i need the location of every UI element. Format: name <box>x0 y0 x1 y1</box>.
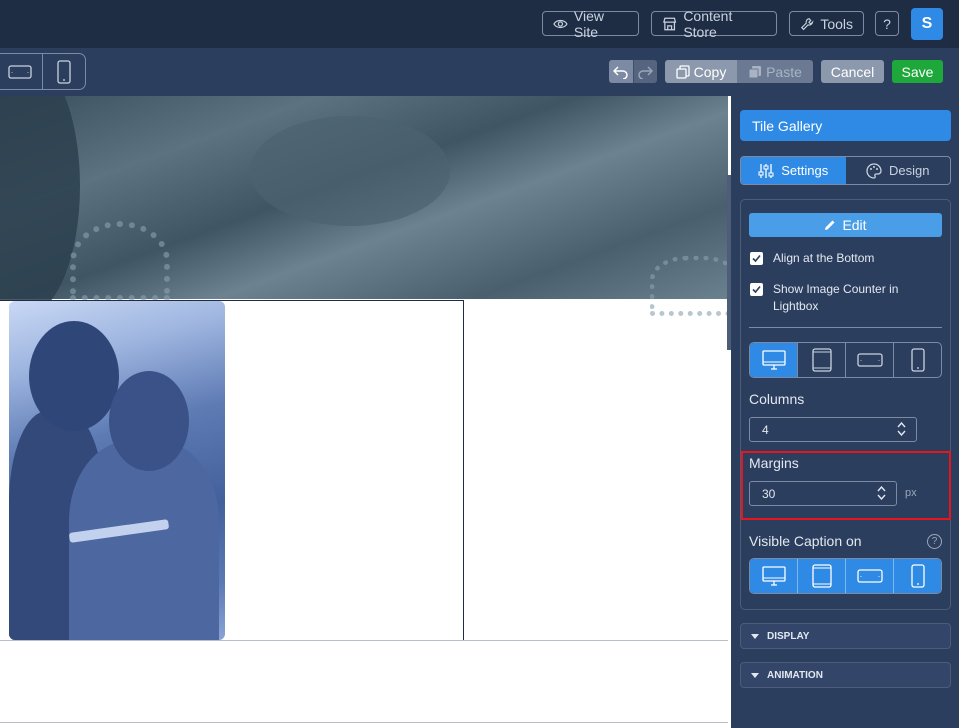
caption-tablet-landscape-button[interactable] <box>845 559 893 593</box>
copy-label: Copy <box>693 63 727 80</box>
view-site-label: View Site <box>573 7 604 40</box>
caret-down-icon <box>751 672 759 678</box>
show-counter-checkbox[interactable] <box>750 283 763 296</box>
top-bar: View Site Content Store Tools ? S <box>0 0 959 48</box>
desktop-icon <box>761 566 786 586</box>
pencil-icon <box>825 220 835 230</box>
visible-caption-label: Visible Caption on <box>749 533 862 549</box>
tab-design-label: Design <box>889 163 930 178</box>
help-circle-icon[interactable]: ? <box>927 534 942 549</box>
align-bottom-checkbox-row[interactable]: Align at the Bottom <box>750 250 874 267</box>
tablet-landscape-device-button[interactable] <box>845 343 893 377</box>
user-avatar[interactable]: S <box>911 8 943 40</box>
caption-phone-button[interactable] <box>893 559 941 593</box>
tablet-landscape-icon <box>8 64 32 79</box>
eye-icon <box>553 19 568 28</box>
caption-device-selector <box>749 558 942 594</box>
edit-label: Edit <box>842 217 867 233</box>
check-icon <box>752 254 761 263</box>
responsive-device-selector <box>749 342 942 378</box>
panel-title: Tile Gallery <box>740 110 951 141</box>
tab-settings[interactable]: Settings <box>741 157 846 184</box>
align-bottom-checkbox[interactable] <box>750 252 763 265</box>
copy-icon <box>676 64 690 79</box>
caret-down-icon <box>751 633 759 639</box>
hero-background-image <box>0 96 728 316</box>
cancel-label: Cancel <box>830 63 875 80</box>
panel-title-text: Tile Gallery <box>752 117 823 134</box>
section-divider <box>0 640 728 641</box>
display-accordion[interactable]: DISPLAY <box>740 623 951 649</box>
copy-paste-group: Copy Paste <box>665 60 813 83</box>
animation-accordion[interactable]: ANIMATION <box>740 662 951 688</box>
caption-desktop-button[interactable] <box>750 559 797 593</box>
tablet-landscape-icon <box>856 353 883 367</box>
help-label: ? <box>883 15 891 32</box>
save-button[interactable]: Save <box>892 60 943 83</box>
tablet-icon <box>811 564 832 588</box>
animation-accordion-label: ANIMATION <box>767 669 823 681</box>
redo-icon <box>638 65 654 79</box>
show-counter-checkbox-row[interactable]: Show Image Counter in Lightbox <box>750 281 930 315</box>
content-store-button[interactable]: Content Store <box>651 8 777 40</box>
columns-input[interactable]: 4 <box>749 417 917 442</box>
paste-icon <box>748 65 762 78</box>
cancel-button[interactable]: Cancel <box>821 60 884 83</box>
phone-icon <box>910 348 925 372</box>
paste-button[interactable]: Paste <box>737 60 813 83</box>
wrench-icon <box>800 17 814 30</box>
gallery-tile-image[interactable] <box>9 301 225 640</box>
editor-toolbar <box>0 48 959 96</box>
phone-icon <box>57 59 71 84</box>
section-divider <box>0 722 728 723</box>
tablet-landscape-icon <box>856 569 883 583</box>
display-accordion-label: DISPLAY <box>767 630 810 642</box>
phone-icon <box>910 564 925 588</box>
view-site-button[interactable]: View Site <box>542 8 639 40</box>
copy-button[interactable]: Copy <box>665 60 737 83</box>
tab-settings-label: Settings <box>781 163 829 178</box>
desktop-device-button[interactable] <box>750 343 797 377</box>
undo-button[interactable] <box>609 60 633 83</box>
edit-button[interactable]: Edit <box>749 213 942 237</box>
undo-redo-group <box>609 60 657 83</box>
margins-highlight <box>741 451 951 520</box>
sliders-icon <box>758 163 774 178</box>
tablet-icon <box>811 348 832 372</box>
stepper-icon[interactable] <box>897 422 906 436</box>
tools-label: Tools <box>820 15 853 32</box>
help-button[interactable]: ? <box>875 11 899 36</box>
columns-label: Columns <box>749 391 805 407</box>
content-store-label: Content Store <box>683 7 733 40</box>
caption-tablet-button[interactable] <box>797 559 845 593</box>
page-canvas <box>0 96 728 728</box>
align-bottom-label: Align at the Bottom <box>773 251 875 265</box>
tablet-device-button[interactable] <box>797 343 845 377</box>
check-icon <box>752 285 761 294</box>
paste-label: Paste <box>766 63 802 80</box>
palette-icon <box>866 162 882 179</box>
redo-button[interactable] <box>632 60 657 83</box>
avatar-initial: S <box>921 15 933 32</box>
divider <box>749 327 942 328</box>
store-icon <box>663 17 677 30</box>
phone-view-button[interactable] <box>41 54 86 89</box>
undo-icon <box>612 65 628 79</box>
save-label: Save <box>901 63 934 80</box>
columns-value: 4 <box>762 422 769 437</box>
show-counter-label: Show Image Counter in Lightbox <box>773 282 899 313</box>
panel-tabs: Settings Design <box>740 156 951 185</box>
tools-button[interactable]: Tools <box>789 11 864 36</box>
desktop-icon <box>761 350 786 370</box>
canvas-device-switcher <box>0 53 86 90</box>
phone-device-button[interactable] <box>893 343 941 377</box>
tablet-landscape-view-button[interactable] <box>0 54 42 89</box>
tab-design[interactable]: Design <box>846 157 951 184</box>
